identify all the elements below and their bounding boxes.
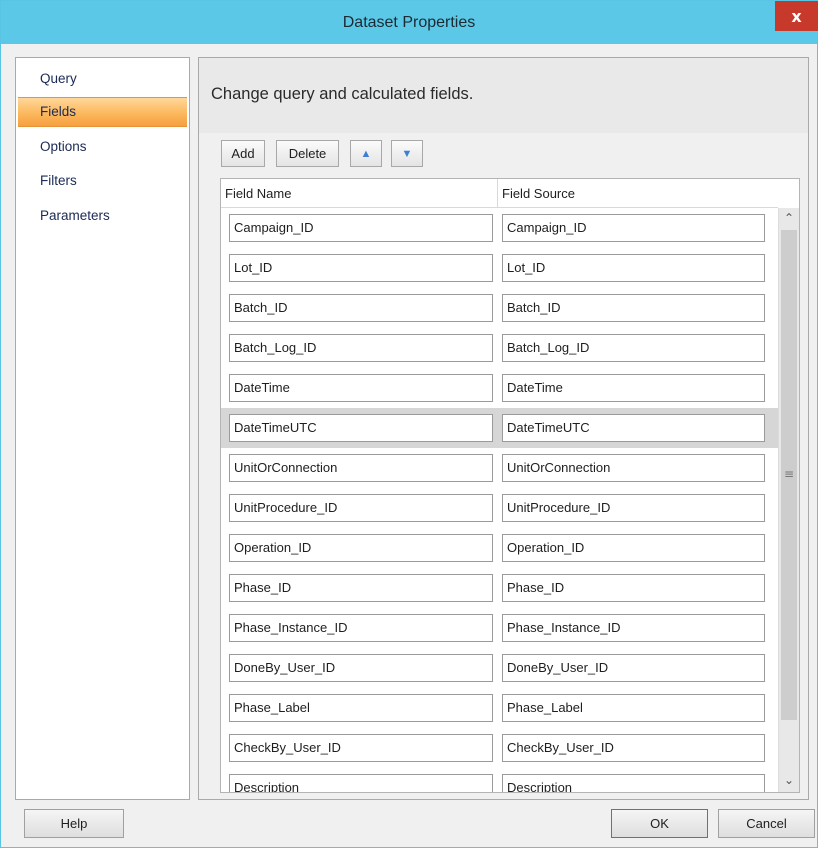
sidebar-item-filters[interactable]: Filters	[18, 166, 187, 196]
chevron-down-icon: ⌄	[783, 773, 795, 787]
field-source-input[interactable]: Batch_ID	[502, 294, 765, 322]
move-up-button[interactable]: ▲	[350, 140, 382, 167]
sidebar-item-query[interactable]: Query	[18, 64, 187, 94]
table-row[interactable]: CheckBy_User_ID CheckBy_User_ID	[221, 728, 778, 768]
field-source-input[interactable]: Phase_Instance_ID	[502, 614, 765, 642]
scroll-up-button[interactable]: ⌃	[779, 208, 799, 228]
sidebar-nav: Query Fields Options Filters Parameters	[15, 57, 190, 800]
field-source-input[interactable]: Phase_ID	[502, 574, 765, 602]
table-row[interactable]: Lot_ID Lot_ID	[221, 248, 778, 288]
column-header-field-source[interactable]: Field Source	[498, 179, 778, 208]
panel-header: Change query and calculated fields.	[199, 58, 808, 133]
field-name-input[interactable]: UnitOrConnection	[229, 454, 493, 482]
field-name-input[interactable]: Lot_ID	[229, 254, 493, 282]
title-bar: Dataset Properties x	[1, 1, 818, 44]
close-icon: x	[791, 6, 802, 26]
field-name-input[interactable]: DateTime	[229, 374, 493, 402]
field-name-input[interactable]: DateTimeUTC	[229, 414, 493, 442]
cancel-button[interactable]: Cancel	[718, 809, 815, 838]
help-button-label: Help	[60, 816, 88, 831]
grip-icon: ≡	[783, 467, 795, 481]
table-row[interactable]: Phase_ID Phase_ID	[221, 568, 778, 608]
window-title: Dataset Properties	[342, 14, 476, 31]
ok-button[interactable]: OK	[611, 809, 708, 838]
table-row[interactable]: DoneBy_User_ID DoneBy_User_ID	[221, 648, 778, 688]
field-name-input[interactable]: Batch_Log_ID	[229, 334, 493, 362]
scroll-thumb[interactable]: ≡	[781, 230, 797, 720]
field-source-input[interactable]: UnitProcedure_ID	[502, 494, 765, 522]
field-name-input[interactable]: UnitProcedure_ID	[229, 494, 493, 522]
sidebar-item-label: Query	[40, 71, 77, 86]
sidebar-item-parameters[interactable]: Parameters	[18, 201, 187, 231]
field-source-input[interactable]: Batch_Log_ID	[502, 334, 765, 362]
arrow-up-icon: ▲	[360, 147, 372, 160]
field-name-input[interactable]: Phase_ID	[229, 574, 493, 602]
ok-button-label: OK	[650, 816, 669, 831]
arrow-down-icon: ▼	[401, 147, 413, 160]
sidebar-item-label: Filters	[40, 173, 77, 188]
table-row[interactable]: Batch_Log_ID Batch_Log_ID	[221, 328, 778, 368]
panel-header-text: Change query and calculated fields.	[211, 85, 474, 103]
column-header-field-name[interactable]: Field Name	[221, 179, 497, 208]
dataset-properties-dialog: Dataset Properties x Query Fields Option…	[0, 0, 818, 848]
field-name-input[interactable]: Phase_Instance_ID	[229, 614, 493, 642]
move-down-button[interactable]: ▼	[391, 140, 423, 167]
table-row[interactable]: Phase_Label Phase_Label	[221, 688, 778, 728]
fields-grid: Field Name Field Source Campaign_ID Campa…	[220, 178, 800, 793]
field-name-input[interactable]: CheckBy_User_ID	[229, 734, 493, 762]
field-source-input[interactable]: DoneBy_User_ID	[502, 654, 765, 682]
delete-button[interactable]: Delete	[276, 140, 339, 167]
field-source-input[interactable]: Campaign_ID	[502, 214, 765, 242]
delete-button-label: Delete	[288, 146, 327, 161]
field-name-input[interactable]: DoneBy_User_ID	[229, 654, 493, 682]
field-source-input[interactable]: Lot_ID	[502, 254, 765, 282]
field-source-input[interactable]: Description	[502, 774, 765, 792]
field-source-input[interactable]: DateTime	[502, 374, 765, 402]
table-row[interactable]: Phase_Instance_ID Phase_Instance_ID	[221, 608, 778, 648]
field-source-input[interactable]: Operation_ID	[502, 534, 765, 562]
field-source-input[interactable]: UnitOrConnection	[502, 454, 765, 482]
vertical-scrollbar[interactable]: ⌃ ≡ ⌄	[778, 208, 799, 792]
table-row[interactable]: DateTime DateTime	[221, 368, 778, 408]
field-source-input[interactable]: DateTimeUTC	[502, 414, 765, 442]
table-row[interactable]: Campaign_ID Campaign_ID	[221, 208, 778, 248]
field-name-input[interactable]: Phase_Label	[229, 694, 493, 722]
close-button[interactable]: x	[775, 1, 818, 31]
sidebar-item-label: Options	[40, 139, 87, 154]
field-source-input[interactable]: Phase_Label	[502, 694, 765, 722]
sidebar-item-fields[interactable]: Fields	[18, 97, 187, 127]
table-row[interactable]: DateTimeUTC DateTimeUTC	[221, 408, 778, 448]
field-name-input[interactable]: Description	[229, 774, 493, 792]
field-name-input[interactable]: Batch_ID	[229, 294, 493, 322]
table-row[interactable]: UnitOrConnection UnitOrConnection	[221, 448, 778, 488]
add-button-label: Add	[231, 146, 255, 161]
table-row[interactable]: UnitProcedure_ID UnitProcedure_ID	[221, 488, 778, 528]
sidebar-item-label: Fields	[40, 104, 77, 119]
scroll-down-button[interactable]: ⌄	[779, 770, 799, 790]
table-row[interactable]: Operation_ID Operation_ID	[221, 528, 778, 568]
field-name-input[interactable]: Campaign_ID	[229, 214, 493, 242]
field-source-input[interactable]: CheckBy_User_ID	[502, 734, 765, 762]
help-button[interactable]: Help	[24, 809, 124, 838]
cancel-button-label: Cancel	[746, 816, 787, 831]
field-name-input[interactable]: Operation_ID	[229, 534, 493, 562]
sidebar-item-label: Parameters	[40, 208, 110, 223]
table-row[interactable]: Description Description	[221, 768, 778, 792]
add-button[interactable]: Add	[221, 140, 265, 167]
sidebar-item-options[interactable]: Options	[18, 132, 187, 162]
chevron-up-icon: ⌃	[783, 211, 795, 225]
table-row[interactable]: Batch_ID Batch_ID	[221, 288, 778, 328]
